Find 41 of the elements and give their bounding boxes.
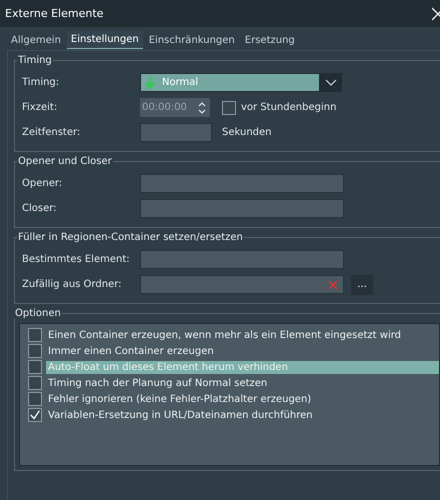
input-field[interactable] <box>140 174 344 193</box>
tab[interactable]: Einschränkungen <box>144 31 239 49</box>
option-item[interactable]: Variablen-Ersetzung in URL/Dateinamen durchführen <box>46 408 439 422</box>
option-item[interactable]: Einen Container erzeugen, wenn mehr als ein Element eingesetzt wird <box>46 328 439 342</box>
input-field[interactable] <box>140 250 344 269</box>
checkbox[interactable] <box>28 360 42 374</box>
window-title: Externe Elemente <box>5 7 104 20</box>
tab[interactable]: Einstellungen <box>66 31 143 49</box>
unit-label: Sekunden <box>222 127 272 138</box>
field-label: Zufällig aus Ordner: <box>22 279 123 290</box>
group-title: Füller in Regionen-Container setzen/ersetzen <box>17 232 244 243</box>
checkbox[interactable] <box>28 376 42 390</box>
browse-button[interactable]: ... <box>351 274 373 294</box>
tab[interactable]: Ersetzung <box>240 31 299 49</box>
field-label: Fixzeit: <box>22 102 58 113</box>
input-field[interactable] <box>140 123 212 142</box>
checkbox[interactable] <box>28 392 42 406</box>
option-item[interactable]: Immer einen Container erzeugen <box>46 344 439 358</box>
tab[interactable]: Allgemein <box>7 31 65 49</box>
checkbox[interactable] <box>28 408 42 422</box>
down-arrow-icon <box>145 76 155 88</box>
group-title: Timing <box>17 55 53 66</box>
close-icon[interactable] <box>432 6 440 20</box>
field-label: Closer: <box>22 203 58 214</box>
option-item[interactable]: Timing nach der Planung auf Normal setzen <box>46 376 439 390</box>
field-label: Timing: <box>22 77 60 88</box>
group-title: Opener und Closer <box>17 156 113 167</box>
field-label: Zeitfenster: <box>22 127 82 138</box>
chevron-icon <box>325 78 337 86</box>
group-title: Optionen <box>14 308 62 319</box>
checkbox[interactable] <box>28 328 42 342</box>
field-label: Opener: <box>22 178 64 189</box>
dropdown-value: Normal <box>162 77 198 88</box>
input-field[interactable] <box>140 199 344 218</box>
field-label: Bestimmtes Element: <box>22 254 131 265</box>
option-item[interactable]: Fehler ignorieren (keine Fehler-Platzhalter erzeugen) <box>46 392 439 406</box>
checkbox[interactable] <box>28 344 42 358</box>
checkbox-label: vor Stundenbeginn <box>241 102 336 113</box>
checkbox[interactable] <box>222 100 236 114</box>
input-field[interactable] <box>140 275 344 294</box>
spinner-icon[interactable] <box>197 100 207 116</box>
